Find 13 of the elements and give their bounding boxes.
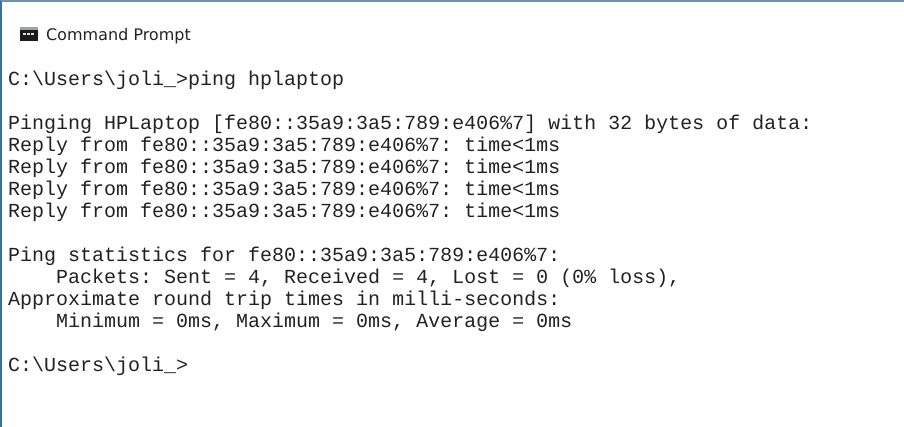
console-output-line: Approximate round trip times in milli-seconds: <box>8 290 560 312</box>
console-output-line: Pinging HPLaptop [fe80::35a9:3a5:789:e406%7] with 32 bytes of data: <box>8 114 812 136</box>
console-output-line: Minimum = 0ms, Maximum = 0ms, Average = 0ms <box>55 312 572 334</box>
console-output-line: C:\Users\joli_> <box>8 356 188 378</box>
console-app-icon <box>20 27 38 41</box>
console-output-line: Reply from fe80::35a9:3a5:789:e406%7: time<1ms <box>8 202 560 224</box>
window-title: Command Prompt <box>46 24 191 44</box>
console-output-line: Reply from fe80::35a9:3a5:789:e406%7: time<1ms <box>8 158 560 180</box>
console-output-line: Reply from fe80::35a9:3a5:789:e406%7: time<1ms <box>8 180 560 202</box>
console-output-line: Ping statistics for fe80::35a9:3a5:789:e406%7: <box>8 246 560 268</box>
console-output-line: Reply from fe80::35a9:3a5:789:e406%7: time<1ms <box>8 136 560 158</box>
console-output-line: C:\Users\joli_>ping hplaptop <box>8 70 344 92</box>
console-output-line: Packets: Sent = 4, Received = 4, Lost = 0 (0% loss), <box>55 268 680 290</box>
